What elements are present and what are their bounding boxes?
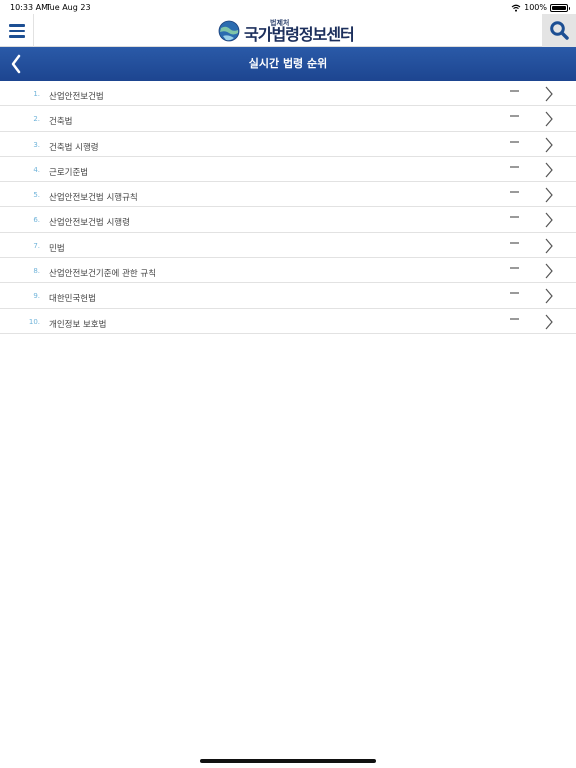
list-item[interactable]: 9. 대한민국헌법 bbox=[0, 283, 576, 309]
status-date: Tue Aug 23 bbox=[46, 3, 91, 12]
ranking-list: 1. 산업안전보건법 2. 건축법 3. 건축법 시행령 4. 근로기준법 5.… bbox=[0, 81, 576, 334]
list-item[interactable]: 6. 산업안전보건법 시행령 bbox=[0, 207, 576, 233]
search-button[interactable] bbox=[542, 14, 576, 47]
rank-number: 2. bbox=[33, 115, 40, 124]
law-name: 근로기준법 bbox=[49, 167, 89, 178]
list-item[interactable]: 7. 민법 bbox=[0, 233, 576, 259]
chevron-right-icon bbox=[545, 238, 553, 254]
rank-number: 3. bbox=[33, 140, 40, 149]
title-bar: 실시간 법령 순위 bbox=[0, 47, 576, 81]
menu-button[interactable] bbox=[0, 14, 34, 47]
law-name: 산업안전보건법 bbox=[49, 92, 104, 102]
status-bar: 10:33 AM Tue Aug 23 100% bbox=[0, 0, 576, 14]
chevron-right-icon bbox=[545, 162, 553, 178]
dash-icon bbox=[510, 165, 519, 168]
chevron-right-icon bbox=[545, 314, 553, 330]
list-item[interactable]: 3. 건축법 시행령 bbox=[0, 132, 576, 157]
battery-icon bbox=[550, 3, 570, 12]
list-item[interactable]: 2. 건축법 bbox=[0, 106, 576, 132]
list-item[interactable]: 5. 산업안전보건법 시행규칙 bbox=[0, 182, 576, 208]
law-name: 산업안전보건법 시행령 bbox=[49, 218, 130, 229]
rank-number: 4. bbox=[33, 165, 40, 174]
wifi-icon bbox=[511, 4, 521, 12]
chevron-right-icon bbox=[545, 137, 553, 152]
dash-icon bbox=[510, 191, 519, 194]
rank-number: 1. bbox=[33, 90, 40, 98]
chevron-right-icon bbox=[545, 86, 553, 102]
status-time: 10:33 AM bbox=[10, 3, 48, 12]
chevron-right-icon bbox=[545, 213, 553, 228]
chevron-right-icon bbox=[545, 187, 553, 203]
chevron-right-icon bbox=[545, 263, 553, 279]
law-name: 건축법 시행령 bbox=[49, 142, 99, 153]
dash-icon bbox=[510, 115, 519, 118]
home-indicator bbox=[200, 759, 376, 763]
rank-number: 10. bbox=[28, 317, 40, 326]
hamburger-icon bbox=[9, 24, 25, 27]
law-name: 개인정보 보호법 bbox=[49, 319, 107, 330]
law-name: 대한민국헌법 bbox=[49, 294, 96, 305]
law-name: 민법 bbox=[49, 243, 65, 254]
dash-icon bbox=[510, 292, 519, 295]
top-bar: 법제처 국가법령정보센터 bbox=[0, 14, 576, 47]
chevron-right-icon bbox=[545, 288, 553, 304]
chevron-right-icon bbox=[545, 111, 553, 127]
status-indicators: 100% bbox=[511, 3, 570, 12]
law-name: 산업안전보건기준에 관한 규칙 bbox=[49, 269, 157, 280]
dash-icon bbox=[510, 317, 519, 320]
law-name: 산업안전보건법 시행규칙 bbox=[49, 193, 138, 204]
globe-logo-icon bbox=[218, 20, 240, 42]
rank-number: 9. bbox=[33, 292, 40, 301]
dash-icon bbox=[510, 140, 519, 143]
battery-percent: 100% bbox=[524, 3, 547, 12]
list-item[interactable]: 4. 근로기준법 bbox=[0, 157, 576, 183]
list-item[interactable]: 10. 개인정보 보호법 bbox=[0, 309, 576, 334]
dash-icon bbox=[510, 267, 519, 270]
magnifier-icon bbox=[550, 21, 569, 40]
rank-number: 7. bbox=[33, 241, 40, 250]
rank-number: 8. bbox=[33, 267, 40, 276]
logo: 법제처 국가법령정보센터 bbox=[218, 18, 355, 44]
list-item[interactable]: 8. 산업안전보건기준에 관한 규칙 bbox=[0, 258, 576, 284]
dash-icon bbox=[510, 216, 519, 219]
logo-title: 국가법령정보센터 bbox=[244, 24, 355, 44]
rank-number: 6. bbox=[33, 216, 40, 225]
page-title: 실시간 법령 순위 bbox=[248, 57, 328, 70]
rank-number: 5. bbox=[33, 191, 40, 200]
hamburger-line bbox=[9, 35, 25, 38]
law-name: 건축법 bbox=[49, 117, 73, 128]
dash-icon bbox=[510, 241, 519, 244]
hamburger-line bbox=[9, 29, 25, 32]
list-item[interactable]: 1. 산업안전보건법 bbox=[0, 81, 576, 107]
dash-icon bbox=[510, 90, 519, 92]
